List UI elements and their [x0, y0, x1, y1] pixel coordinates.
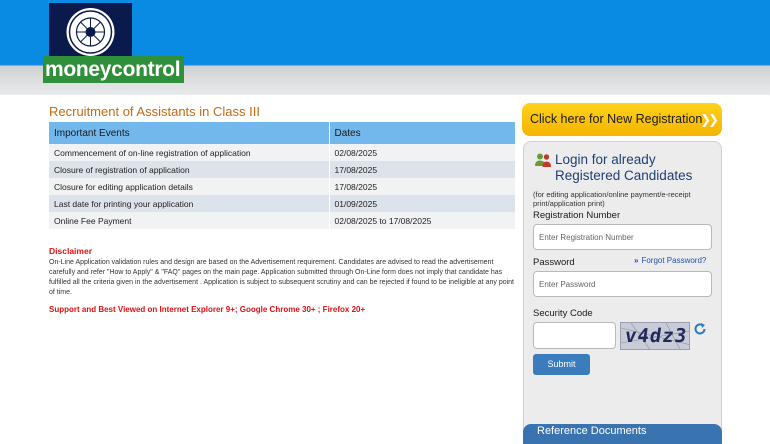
table-row: Online Fee Payment 02/08/2025 to 17/08/2… — [49, 212, 516, 229]
login-title: Login for already Registered Candidates — [555, 152, 693, 183]
emblem-logo — [66, 8, 115, 56]
new-registration-label: Click here for New Registration — [530, 112, 703, 126]
date-cell: 17/08/2025 — [329, 161, 516, 178]
column-header-events: Important Events — [49, 122, 330, 144]
security-code-input[interactable] — [533, 322, 616, 349]
security-code-label: Security Code — [533, 308, 593, 319]
event-cell: Commencement of on-line registration of … — [49, 144, 330, 161]
registration-number-input[interactable] — [533, 224, 712, 250]
disclaimer-heading: Disclaimer — [49, 246, 92, 256]
disclaimer-text: On-Line Application validation rules and… — [49, 259, 515, 296]
double-chevron-icon: » — [634, 256, 639, 265]
double-chevron-icon: ❯❯ — [700, 112, 719, 127]
submit-button[interactable]: Submit — [533, 354, 590, 375]
refresh-icon[interactable] — [693, 322, 707, 336]
date-cell: 02/08/2025 to 17/08/2025 — [329, 212, 516, 229]
event-cell: Last date for printing your application — [49, 195, 330, 212]
captcha-image: v4dz3 — [620, 322, 690, 350]
password-input[interactable] — [533, 271, 712, 297]
forgot-password-link[interactable]: » Forgot Password? — [634, 256, 706, 265]
event-cell: Online Fee Payment — [49, 212, 330, 229]
date-cell: 17/08/2025 — [329, 178, 516, 195]
date-cell: 01/09/2025 — [329, 195, 516, 212]
date-cell: 02/08/2025 — [329, 144, 516, 161]
event-cell: Closure of registration of application — [49, 161, 330, 178]
browser-support-notice: Support and Best Viewed on Internet Expl… — [49, 305, 366, 314]
captcha-text: v4dz3 — [623, 325, 689, 347]
column-header-dates: Dates — [329, 122, 516, 144]
new-registration-button[interactable]: Click here for New Registration ❯❯ — [522, 103, 722, 136]
table-header-row: Important Events Dates — [49, 122, 516, 144]
users-icon — [535, 153, 551, 167]
password-label: Password — [533, 257, 575, 268]
brand-logo-text: moneycontrol — [45, 58, 181, 81]
login-note: (for editing application/online payment/… — [533, 190, 691, 208]
page-title: Recruitment of Assistants in Class III — [49, 104, 260, 119]
table-row: Closure of registration of application 1… — [49, 161, 516, 178]
table-row: Commencement of on-line registration of … — [49, 144, 516, 161]
reference-documents-header[interactable]: Reference Documents — [523, 424, 722, 444]
forgot-password-label: Forgot Password? — [641, 256, 707, 265]
table-row: Closure for editing application details … — [49, 178, 516, 195]
important-events-table: Important Events Dates Commencement of o… — [49, 122, 516, 229]
table-row: Last date for printing your application … — [49, 195, 516, 212]
registration-number-label: Registration Number — [533, 210, 621, 221]
event-cell: Closure for editing application details — [49, 178, 330, 195]
